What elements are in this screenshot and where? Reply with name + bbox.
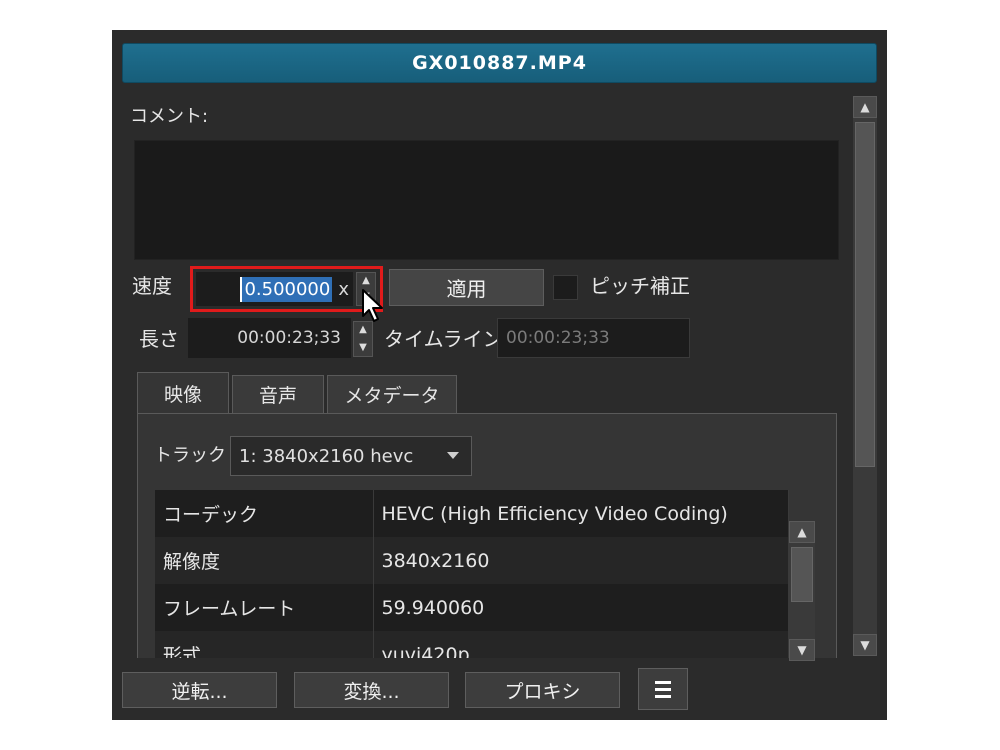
properties-panel: GX010887.MP4 コメント: ▲ ▼ 速度 0.500000 x ▲ ▼… bbox=[112, 30, 887, 720]
track-dropdown[interactable]: 1: 3840x2160 hevc bbox=[230, 436, 472, 476]
tab-video[interactable]: 映像 bbox=[137, 372, 229, 414]
spin-down-icon[interactable]: ▼ bbox=[359, 343, 367, 353]
pitch-correction-label: ピッチ補正 bbox=[590, 274, 690, 298]
table-scrollbar[interactable]: ▲ ▼ bbox=[789, 521, 815, 661]
tab-metadata[interactable]: メタデータ bbox=[327, 375, 457, 413]
timeline-label: タイムライン bbox=[384, 327, 503, 351]
hamburger-icon-line bbox=[655, 687, 671, 691]
convert-button[interactable]: 変換... bbox=[294, 672, 449, 708]
speed-highlight-frame: 0.500000 x ▲ ▼ bbox=[190, 266, 383, 312]
hamburger-icon-line bbox=[655, 694, 671, 698]
video-tab-content: トラック 1: 3840x2160 hevc コーデック HEVC (High … bbox=[137, 413, 837, 658]
table-row: フレームレート 59.940060 bbox=[155, 584, 789, 631]
spin-up-icon[interactable]: ▲ bbox=[359, 325, 367, 335]
timeline-field: 00:00:23;33 bbox=[497, 318, 690, 358]
speed-input[interactable]: 0.500000 x bbox=[196, 272, 353, 306]
property-key: 形式 bbox=[155, 631, 374, 658]
scroll-up-icon[interactable]: ▲ bbox=[853, 96, 877, 118]
speed-unit: x bbox=[338, 278, 349, 300]
property-key: 解像度 bbox=[155, 537, 374, 584]
length-spinner[interactable]: ▲ ▼ bbox=[353, 321, 373, 357]
speed-label: 速度 bbox=[132, 274, 172, 298]
tab-audio[interactable]: 音声 bbox=[232, 375, 324, 413]
proxy-button[interactable]: プロキシ bbox=[465, 672, 620, 708]
track-label: トラック bbox=[154, 445, 226, 466]
spin-up-icon[interactable]: ▲ bbox=[362, 276, 370, 286]
comment-label: コメント: bbox=[130, 106, 209, 127]
property-key: コーデック bbox=[155, 490, 374, 537]
reverse-button[interactable]: 逆転... bbox=[122, 672, 277, 708]
clip-title: GX010887.MP4 bbox=[122, 43, 877, 83]
property-value: HEVC (High Efficiency Video Coding) bbox=[373, 490, 789, 537]
table-row: 形式 yuvj420p bbox=[155, 631, 789, 658]
track-value: 1: 3840x2160 hevc bbox=[239, 445, 414, 467]
scroll-up-icon[interactable]: ▲ bbox=[789, 521, 815, 543]
table-row: コーデック HEVC (High Efficiency Video Coding… bbox=[155, 490, 789, 537]
chevron-down-icon bbox=[447, 452, 459, 459]
scroll-down-icon[interactable]: ▼ bbox=[789, 639, 815, 661]
table-row: 解像度 3840x2160 bbox=[155, 537, 789, 584]
speed-value[interactable]: 0.500000 bbox=[240, 276, 333, 302]
scroll-down-icon[interactable]: ▼ bbox=[853, 634, 877, 656]
panel-scrollbar[interactable]: ▲ ▼ bbox=[853, 96, 877, 656]
property-value: 3840x2160 bbox=[373, 537, 789, 584]
property-value: 59.940060 bbox=[373, 584, 789, 631]
property-key: フレームレート bbox=[155, 584, 374, 631]
apply-button[interactable]: 適用 bbox=[389, 269, 544, 306]
pitch-correction-checkbox[interactable] bbox=[553, 275, 578, 300]
length-label: 長さ bbox=[139, 327, 179, 351]
property-value: yuvj420p bbox=[373, 631, 789, 658]
scrollbar-thumb[interactable] bbox=[791, 547, 813, 602]
mouse-cursor-icon bbox=[362, 289, 383, 322]
comment-textarea[interactable] bbox=[134, 140, 839, 260]
menu-button[interactable] bbox=[638, 668, 688, 710]
hamburger-icon bbox=[655, 680, 671, 684]
scrollbar-thumb[interactable] bbox=[855, 122, 875, 467]
properties-table: コーデック HEVC (High Efficiency Video Coding… bbox=[155, 490, 789, 658]
length-input[interactable]: 00:00:23;33 bbox=[188, 318, 351, 358]
